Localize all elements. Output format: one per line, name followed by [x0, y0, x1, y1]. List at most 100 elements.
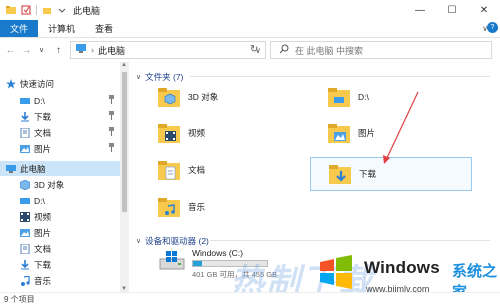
sidebar-item-label: 音乐 — [34, 275, 52, 286]
close-button[interactable]: ✕ — [468, 0, 500, 20]
sidebar-item-label: D:\ — [34, 95, 45, 106]
sidebar-item-label: 此电脑 — [20, 163, 46, 174]
tab-computer[interactable]: 计算机 — [38, 20, 85, 37]
navigation-pane: 快速访问 D:\ 下载 文档 图片 此电脑 3D 对象 D:\ 视频 图片 文档… — [0, 62, 130, 296]
window-controls: — ☐ ✕ — [404, 0, 500, 20]
watermark-brand: Windows — [364, 258, 440, 277]
drive-icon — [20, 196, 30, 206]
computer-icon — [75, 44, 87, 56]
scrollbar-thumb[interactable] — [122, 72, 127, 212]
sidebar-item-label: 图片 — [34, 227, 52, 238]
sidebar-item-label: 下载 — [34, 259, 52, 270]
drive-usage-bar — [192, 260, 268, 267]
folder-tile-3d-objects[interactable]: 3D 对象 — [158, 82, 318, 112]
recent-locations-button[interactable]: ∨ — [35, 46, 48, 54]
drive-icon — [20, 96, 30, 106]
sidebar-item-quick-pictures[interactable]: 图片 — [20, 141, 130, 156]
explorer-icon[interactable] — [6, 5, 16, 15]
sidebar-item-music[interactable]: 音乐 — [20, 273, 130, 288]
folder-label: D:\ — [358, 92, 369, 102]
search-placeholder: 在 此电脑 中搜索 — [295, 45, 364, 56]
item-count: 9 个项目 — [4, 295, 35, 304]
document-icon — [20, 243, 30, 254]
drive-free-space: 401 GB 可用，共 455 GB — [192, 270, 278, 279]
windows-drive-icon — [158, 249, 186, 273]
sidebar-item-d-drive[interactable]: D:\ — [20, 193, 130, 208]
divider — [210, 240, 490, 241]
pin-icon — [108, 127, 115, 138]
status-bar: 9 个项目 — [0, 292, 500, 306]
collapse-icon[interactable]: ∨ — [136, 73, 141, 81]
sidebar-item-label: D:\ — [34, 195, 45, 206]
ribbon-tabs: 文件 计算机 查看 ∨ ? — [0, 20, 500, 38]
tab-file[interactable]: 文件 — [0, 20, 39, 37]
properties-icon[interactable] — [21, 5, 31, 15]
sidebar-item-label: 视频 — [34, 211, 52, 222]
sidebar-item-videos[interactable]: 视频 — [20, 209, 130, 224]
search-icon — [279, 44, 289, 56]
up-button[interactable]: ↑ — [52, 45, 65, 56]
drive-name: Windows (C:) — [192, 248, 244, 258]
folder-tile-documents[interactable]: 文档 — [158, 155, 318, 185]
document-icon — [20, 127, 30, 138]
folder-tile-downloads[interactable]: 下载 — [310, 157, 472, 191]
sidebar-item-3d-objects[interactable]: 3D 对象 — [20, 177, 130, 192]
help-icon[interactable]: ? — [487, 22, 498, 33]
folder-tile-videos[interactable]: 视频 — [158, 118, 318, 148]
sidebar-item-quick-documents[interactable]: 文档 — [20, 125, 130, 140]
folder-documents-icon — [158, 159, 182, 181]
pictures-icon — [20, 144, 30, 154]
scroll-up-icon[interactable]: ▲ — [121, 62, 127, 68]
sidebar-item-label: 文档 — [34, 243, 52, 254]
divider — [190, 76, 490, 77]
breadcrumb-this-pc[interactable]: 此电脑 — [98, 44, 125, 57]
toolbar-divider — [36, 5, 37, 15]
sidebar-item-documents[interactable]: 文档 — [20, 241, 130, 256]
star-icon — [6, 78, 16, 89]
customize-toolbar-icon[interactable] — [57, 5, 67, 15]
maximize-button[interactable]: ☐ — [436, 0, 468, 20]
windows-logo-icon — [318, 254, 354, 290]
sidebar-item-quick-access[interactable]: 快速访问 — [6, 76, 126, 91]
collapse-icon[interactable]: ∨ — [136, 237, 141, 245]
pin-icon — [108, 111, 115, 122]
minimize-button[interactable]: — — [404, 0, 436, 20]
folder-tile-d-drive[interactable]: D:\ — [328, 82, 488, 112]
window-title: 此电脑 — [73, 5, 101, 16]
folder-tile-pictures[interactable]: 图片 — [328, 118, 488, 148]
search-input[interactable]: 在 此电脑 中搜索 — [270, 41, 492, 59]
folder-label: 图片 — [358, 128, 376, 138]
folder-video-icon — [158, 122, 182, 144]
forward-button[interactable]: → — [20, 45, 33, 56]
sidebar-item-quick-d-drive[interactable]: D:\ — [20, 93, 130, 108]
refresh-button[interactable]: ↻ — [250, 44, 258, 55]
pictures-icon — [20, 228, 30, 238]
back-button[interactable]: ← — [4, 45, 17, 56]
new-folder-icon[interactable] — [42, 5, 52, 15]
tab-view[interactable]: 查看 — [85, 20, 123, 37]
folder-d-icon — [328, 86, 352, 108]
folder-music-icon — [158, 196, 182, 218]
sidebar-item-label: 快速访问 — [20, 78, 55, 89]
breadcrumb-separator: › — [91, 45, 94, 55]
sidebar-item-this-pc[interactable]: 此电脑 — [0, 161, 120, 176]
sidebar-item-label: 文档 — [34, 127, 52, 138]
folder-label: 视频 — [188, 128, 206, 138]
folder-label: 3D 对象 — [188, 92, 219, 102]
download-icon — [20, 259, 30, 270]
cube-icon — [20, 179, 30, 190]
folder-tile-music[interactable]: 音乐 — [158, 192, 318, 222]
pin-icon — [108, 143, 115, 154]
video-icon — [20, 211, 30, 222]
sidebar-item-quick-downloads[interactable]: 下载 — [20, 109, 130, 124]
navigation-scrollbar[interactable]: ▲ ▼ — [120, 62, 129, 292]
folder-3d-icon — [158, 86, 182, 108]
sidebar-item-label: 图片 — [34, 143, 52, 154]
address-bar[interactable]: › 此电脑 ∨ — [70, 41, 266, 59]
sidebar-item-pictures[interactable]: 图片 — [20, 225, 130, 240]
download-icon — [20, 111, 30, 122]
sidebar-item-downloads[interactable]: 下载 — [20, 257, 130, 272]
navigation-bar: ← → ∨ ↑ › 此电脑 ∨ ↻ 在 此电脑 中搜索 — [0, 38, 500, 62]
drive-tile-c[interactable]: Windows (C:) 401 GB 可用，共 455 GB — [158, 245, 318, 281]
sidebar-item-label: 3D 对象 — [34, 179, 65, 190]
